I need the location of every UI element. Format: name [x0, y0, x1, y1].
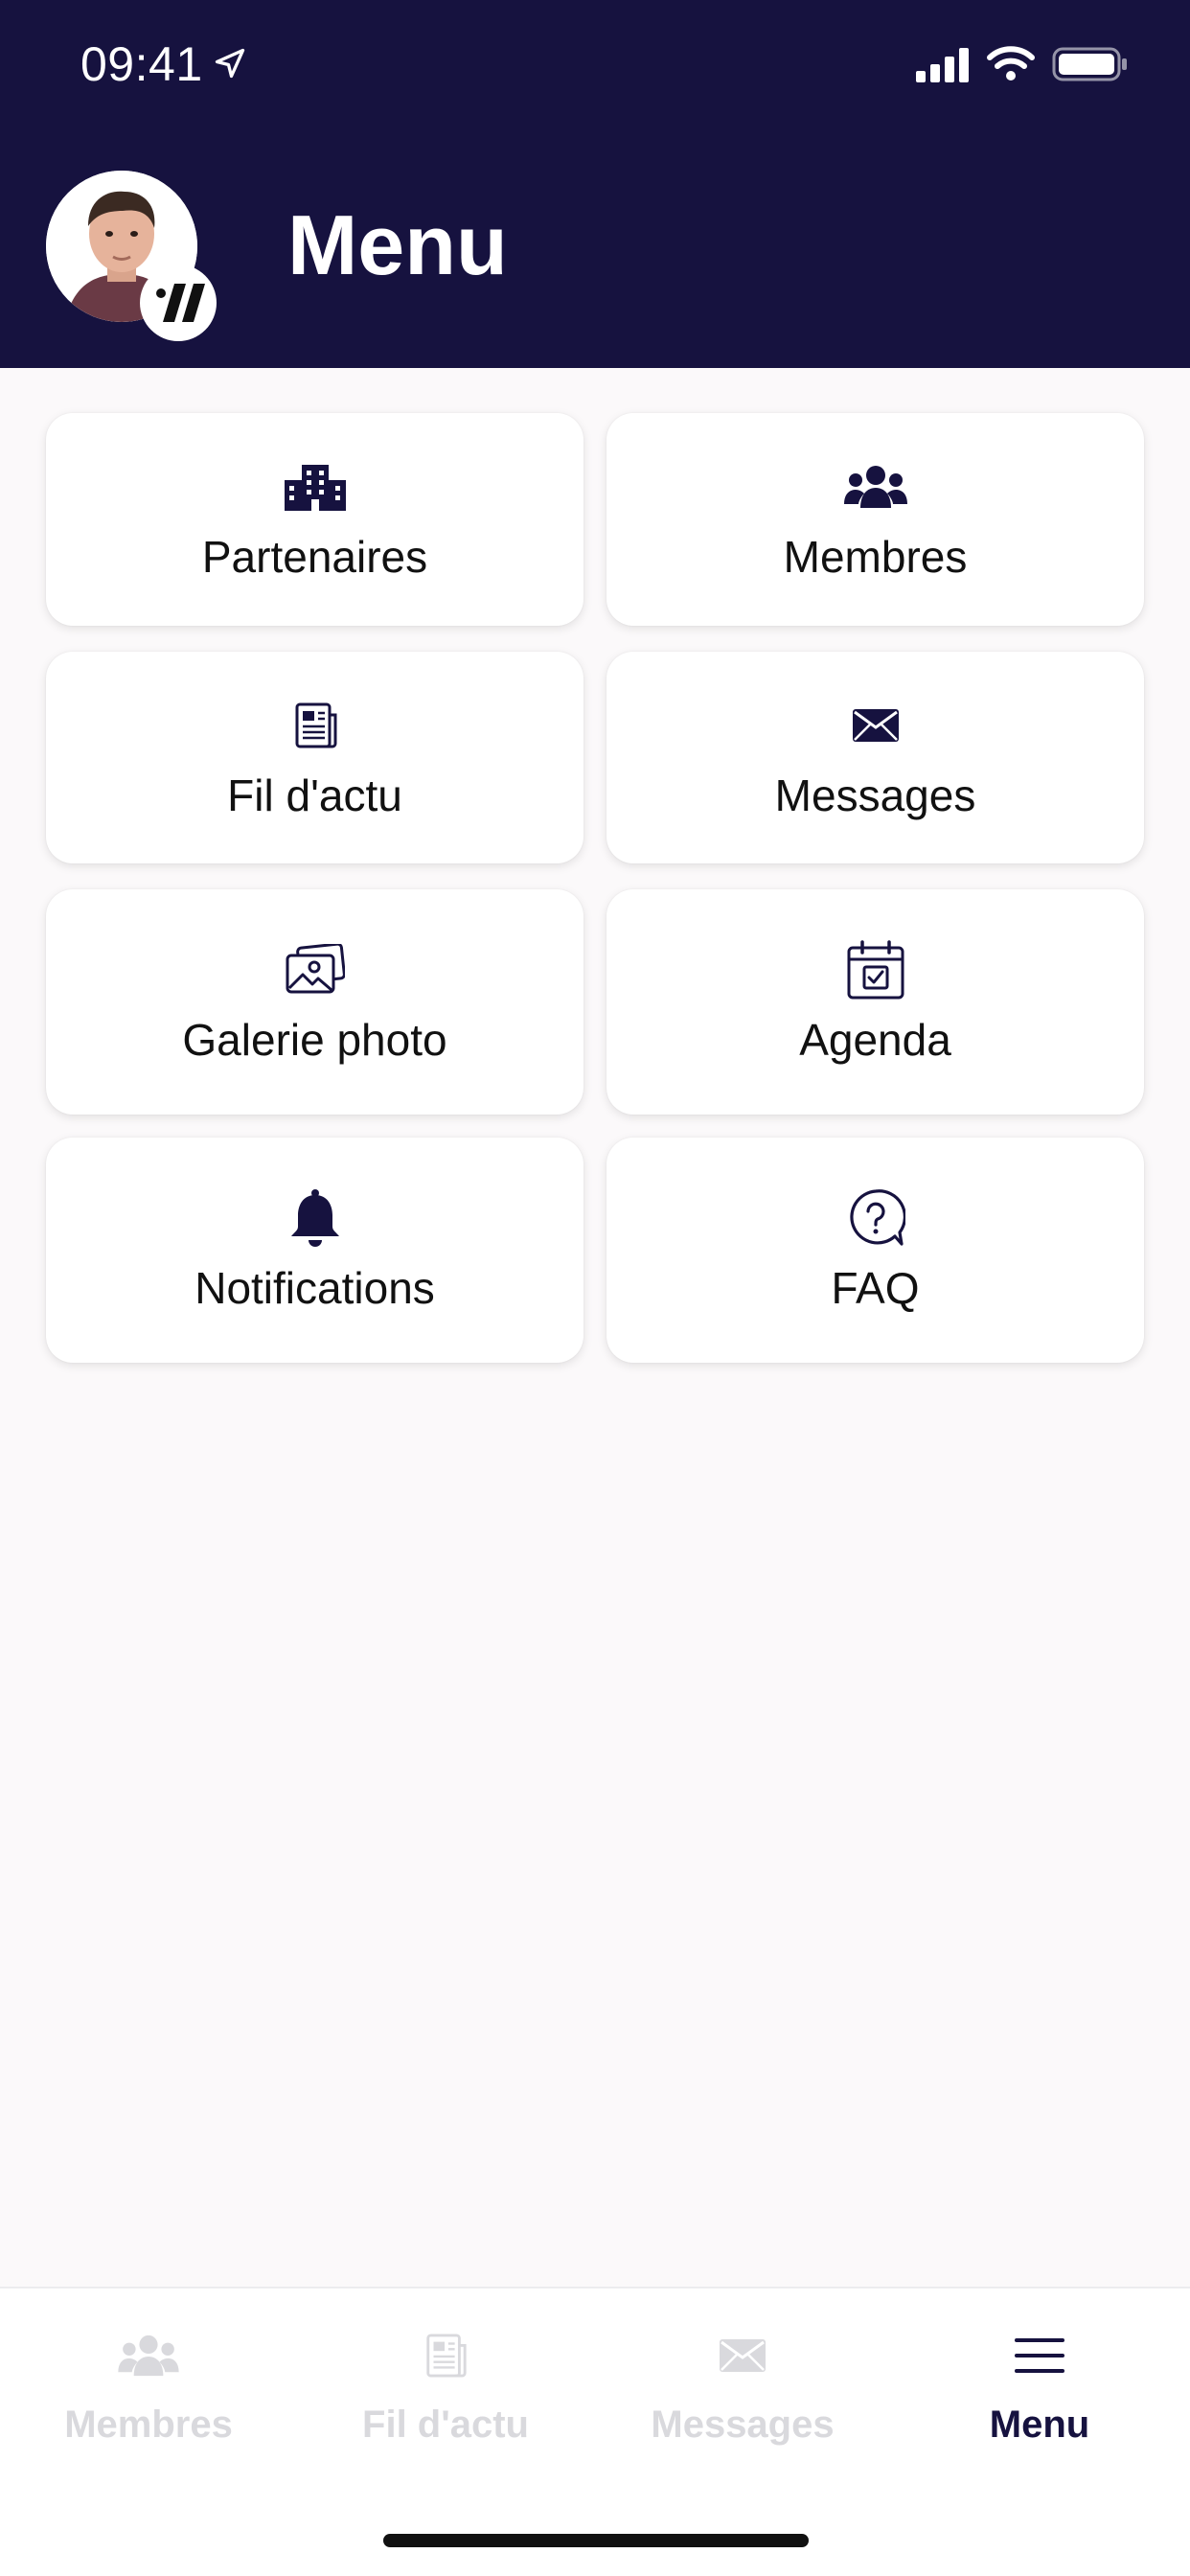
brand-badge-icon [140, 264, 217, 341]
photo-gallery-icon [281, 939, 350, 1000]
tab-menu[interactable]: Menu [891, 2327, 1188, 2461]
newspaper-icon [412, 2327, 479, 2384]
menu-card-label: FAQ [831, 1262, 920, 1313]
users-icon [841, 456, 910, 518]
menu-card-galerie-photo[interactable]: Galerie photo [46, 889, 584, 1115]
bell-icon [281, 1187, 350, 1249]
menu-card-label: Messages [774, 770, 976, 820]
bottom-tab-bar: Membres Fil d'actu Messages Menu [0, 2287, 1190, 2576]
tab-fil-actu[interactable]: Fil d'actu [297, 2327, 594, 2461]
menu-card-label: Galerie photo [182, 1014, 447, 1065]
menu-card-membres[interactable]: Membres [606, 413, 1144, 626]
menu-card-agenda[interactable]: Agenda [606, 889, 1144, 1115]
menu-card-label: Notifications [195, 1262, 435, 1313]
home-indicator[interactable] [383, 2534, 809, 2547]
menu-card-label: Fil d'actu [227, 770, 402, 820]
menu-card-messages[interactable]: Messages [606, 652, 1144, 863]
newspaper-icon [281, 695, 350, 756]
wifi-icon [987, 46, 1035, 80]
menu-card-label: Membres [783, 532, 968, 582]
tab-label: Messages [651, 2404, 835, 2446]
calendar-check-icon [841, 939, 910, 1000]
profile-avatar-button[interactable] [46, 171, 217, 341]
building-icon [281, 456, 350, 518]
hamburger-icon [1006, 2327, 1073, 2384]
menu-card-label: Agenda [799, 1014, 951, 1065]
tab-label: Membres [64, 2404, 233, 2446]
question-bubble-icon [841, 1187, 910, 1249]
status-time: 09:41 [80, 37, 203, 91]
envelope-icon [709, 2327, 776, 2384]
menu-card-fil-actu[interactable]: Fil d'actu [46, 652, 584, 863]
battery-icon [1052, 47, 1127, 81]
tab-label: Fil d'actu [362, 2404, 529, 2446]
menu-card-faq[interactable]: FAQ [606, 1138, 1144, 1363]
tab-label: Menu [989, 2404, 1090, 2446]
users-icon [115, 2327, 182, 2384]
envelope-icon [841, 695, 910, 756]
location-arrow-icon [215, 48, 245, 79]
tab-messages[interactable]: Messages [594, 2327, 891, 2461]
page-title: Menu [287, 197, 508, 292]
status-bar: 09:41 [0, 0, 1190, 134]
menu-card-label: Partenaires [201, 532, 428, 582]
cellular-signal-icon [916, 48, 969, 82]
menu-card-notifications[interactable]: Notifications [46, 1138, 584, 1363]
tab-membres[interactable]: Membres [0, 2327, 297, 2461]
header: 09:41 Menu [0, 0, 1190, 368]
menu-card-partenaires[interactable]: Partenaires [46, 413, 584, 626]
